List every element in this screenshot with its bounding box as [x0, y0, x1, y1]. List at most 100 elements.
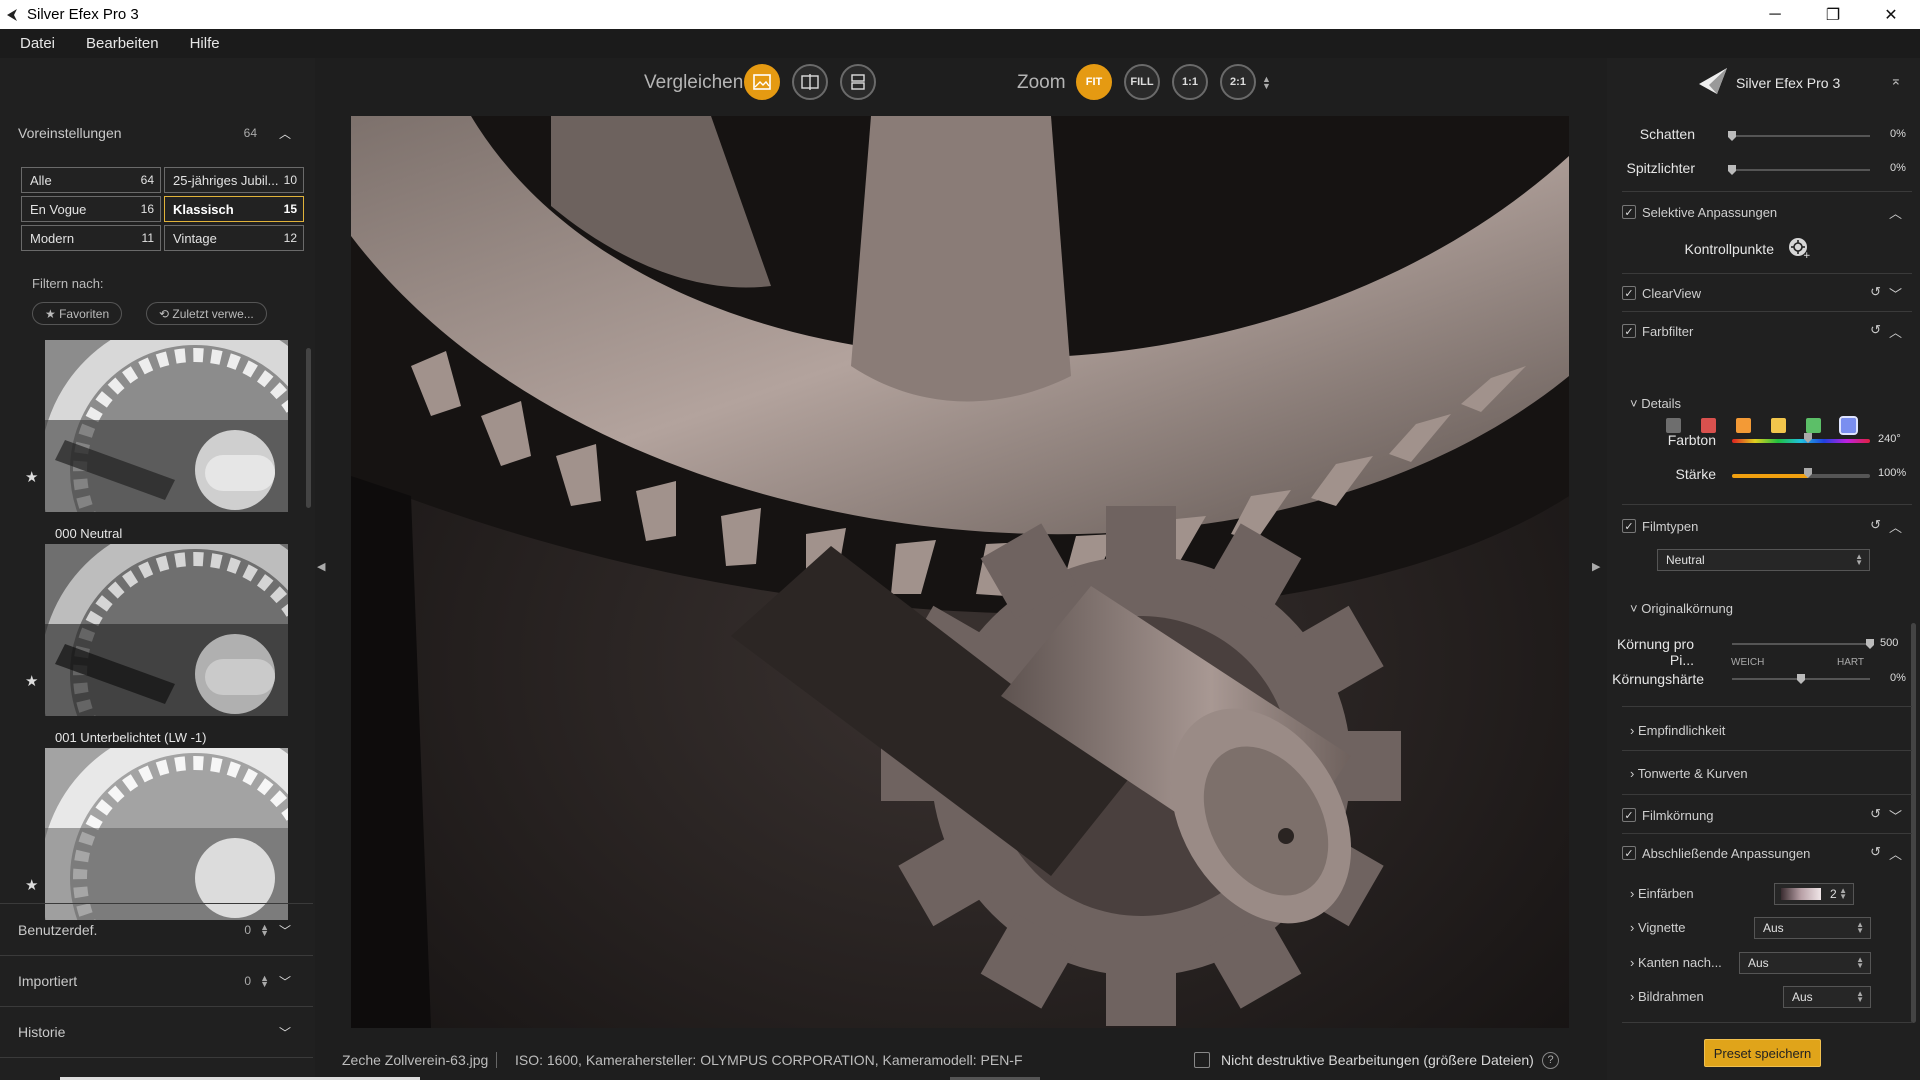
- zoom-fit-button[interactable]: FIT: [1076, 64, 1112, 100]
- edges-toggle[interactable]: › Kanten nach...: [1630, 955, 1722, 970]
- save-preset-button[interactable]: Preset speichern: [1704, 1039, 1821, 1067]
- imported-header[interactable]: Importiert 0 ▲ ▼ ﹀: [0, 956, 313, 1006]
- stepper-icon[interactable]: ▲ ▼: [260, 923, 269, 938]
- filter-orange-swatch[interactable]: [1736, 418, 1751, 433]
- category-modern[interactable]: Modern 11: [21, 225, 161, 251]
- preset-thumbnail[interactable]: [45, 544, 288, 716]
- tones-curves-toggle[interactable]: › Tonwerte & Kurven: [1630, 766, 1748, 781]
- slider-thumb[interactable]: [1804, 433, 1812, 443]
- chevron-down-icon[interactable]: ﹀: [279, 973, 291, 990]
- category-vintage[interactable]: Vintage 12: [164, 225, 304, 251]
- star-icon[interactable]: ★: [25, 876, 38, 894]
- preset-list-scrollbar[interactable]: [306, 348, 311, 508]
- chevron-down-icon[interactable]: ﹀: [279, 1024, 291, 1041]
- film-types-header[interactable]: ✓ Filmtypen ↺ ︿: [1622, 514, 1906, 538]
- zoom-fill-button[interactable]: FILL: [1124, 64, 1160, 100]
- category-en-vogue[interactable]: En Vogue 16: [21, 196, 161, 222]
- grain-hardness-row: Körnungshärte: [1607, 671, 1907, 695]
- zoom-1-1-button[interactable]: 1:1: [1172, 64, 1208, 100]
- recent-filter-chip[interactable]: ⟲ Zuletzt verwe...: [146, 302, 267, 325]
- reset-icon[interactable]: ↺: [1870, 517, 1881, 536]
- shadows-slider[interactable]: [1728, 131, 1870, 141]
- zoom-2-1-button[interactable]: 2:1: [1220, 64, 1256, 100]
- history-header[interactable]: Historie ﹀: [0, 1007, 313, 1057]
- menu-edit[interactable]: Bearbeiten: [76, 35, 170, 52]
- strength-slider[interactable]: [1732, 468, 1870, 478]
- chevron-up-icon[interactable]: ︿: [279, 125, 291, 142]
- original-grain-toggle[interactable]: ˅ Originalkörnung: [1630, 601, 1733, 616]
- category-classic[interactable]: Klassisch 15: [164, 196, 304, 222]
- help-icon[interactable]: ?: [1542, 1051, 1559, 1069]
- reset-icon[interactable]: ↺: [1870, 844, 1881, 863]
- image-preview[interactable]: [351, 116, 1569, 1028]
- checkbox-checked[interactable]: ✓: [1622, 519, 1636, 533]
- chevron-down-icon[interactable]: ﹀: [1889, 284, 1902, 303]
- maximize-button[interactable]: ❐: [1804, 0, 1862, 29]
- checkbox-checked[interactable]: ✓: [1622, 205, 1636, 219]
- frame-select[interactable]: Aus ▲ ▼: [1783, 986, 1871, 1008]
- chevron-down-icon[interactable]: ﹀: [1889, 806, 1902, 825]
- preset-thumbnail[interactable]: [45, 748, 288, 920]
- right-panel-scrollbar[interactable]: [1911, 623, 1916, 1023]
- stepper-icon[interactable]: ▲ ▼: [260, 974, 269, 989]
- sensitivity-toggle[interactable]: › Empfindlichkeit: [1630, 723, 1725, 738]
- clearview-header[interactable]: ✓ ClearView ↺ ﹀: [1622, 281, 1906, 305]
- film-grain-header[interactable]: ✓ Filmkörnung ↺ ﹀: [1622, 803, 1906, 827]
- chevron-up-icon[interactable]: ︿: [1889, 322, 1902, 341]
- hue-slider[interactable]: [1732, 433, 1870, 443]
- toning-select[interactable]: 2 ▲ ▼: [1774, 883, 1854, 905]
- details-toggle[interactable]: ˅ Details: [1630, 396, 1681, 411]
- film-type-select[interactable]: Neutral ▲ ▼: [1657, 549, 1870, 571]
- side-by-side-button[interactable]: [840, 64, 876, 100]
- presets-header[interactable]: Voreinstellungen 64 ︿: [0, 108, 313, 158]
- category-count: 10: [283, 173, 297, 187]
- slider-thumb[interactable]: [1804, 468, 1812, 478]
- color-filter-header[interactable]: ✓ Farbfilter ↺ ︿: [1622, 319, 1906, 343]
- split-view-button[interactable]: [792, 64, 828, 100]
- chevron-up-icon[interactable]: ︿: [1889, 844, 1902, 863]
- add-control-point-icon[interactable]: +: [1788, 237, 1810, 259]
- star-icon[interactable]: ★: [25, 672, 38, 690]
- filter-green-swatch[interactable]: [1806, 418, 1821, 433]
- favorites-filter-chip[interactable]: ★ Favoriten: [32, 302, 123, 325]
- nondestructive-checkbox[interactable]: [1194, 1052, 1210, 1068]
- filter-neutral-swatch[interactable]: [1666, 418, 1681, 433]
- selective-adjustments-header[interactable]: ✓ Selektive Anpassungen ︿: [1622, 200, 1906, 224]
- chevron-down-icon[interactable]: ﹀: [279, 922, 291, 939]
- zoom-stepper-icon[interactable]: ▲ ▼: [1262, 75, 1271, 91]
- category-all[interactable]: Alle 64: [21, 167, 161, 193]
- close-button[interactable]: ✕: [1862, 0, 1920, 29]
- single-view-button[interactable]: [744, 64, 780, 100]
- chevron-up-icon[interactable]: ︿: [1889, 203, 1902, 222]
- chevron-up-icon[interactable]: ︿: [1889, 517, 1902, 536]
- checkbox-checked[interactable]: ✓: [1622, 808, 1636, 822]
- frame-toggle[interactable]: › Bildrahmen: [1630, 989, 1704, 1004]
- reset-icon[interactable]: ↺: [1870, 806, 1881, 825]
- checkbox-checked[interactable]: ✓: [1622, 846, 1636, 860]
- reset-icon[interactable]: ↺: [1870, 322, 1881, 341]
- edges-select[interactable]: Aus ▲ ▼: [1739, 952, 1871, 974]
- filter-blue-swatch[interactable]: [1839, 416, 1858, 435]
- collapse-right-panel-icon[interactable]: ▶: [1592, 560, 1600, 573]
- vignette-select[interactable]: Aus ▲ ▼: [1754, 917, 1871, 939]
- collapse-left-panel-icon[interactable]: ◀: [317, 560, 325, 573]
- vignette-toggle[interactable]: › Vignette: [1630, 920, 1685, 935]
- grain-hardness-slider[interactable]: [1732, 674, 1870, 684]
- filter-red-swatch[interactable]: [1701, 418, 1716, 433]
- collapse-all-icon[interactable]: ⌅: [1890, 72, 1902, 89]
- category-jubilee[interactable]: 25-jähriges Jubil... 10: [164, 167, 304, 193]
- preset-thumbnail[interactable]: [45, 340, 288, 512]
- reset-icon[interactable]: ↺: [1870, 284, 1881, 303]
- user-defined-header[interactable]: Benutzerdef. 0 ▲ ▼ ﹀: [0, 905, 313, 955]
- toning-toggle[interactable]: › Einfärben: [1630, 886, 1694, 901]
- menu-file[interactable]: Datei: [10, 35, 66, 52]
- highlights-slider[interactable]: [1728, 165, 1870, 175]
- filter-yellow-swatch[interactable]: [1771, 418, 1786, 433]
- grain-per-px-slider[interactable]: [1732, 639, 1874, 649]
- minimize-button[interactable]: ─: [1746, 0, 1804, 29]
- final-adjustments-header[interactable]: ✓ Abschließende Anpassungen ↺ ︿: [1622, 841, 1906, 865]
- menu-help[interactable]: Hilfe: [180, 35, 231, 52]
- checkbox-checked[interactable]: ✓: [1622, 324, 1636, 338]
- checkbox-checked[interactable]: ✓: [1622, 286, 1636, 300]
- star-icon[interactable]: ★: [25, 468, 38, 486]
